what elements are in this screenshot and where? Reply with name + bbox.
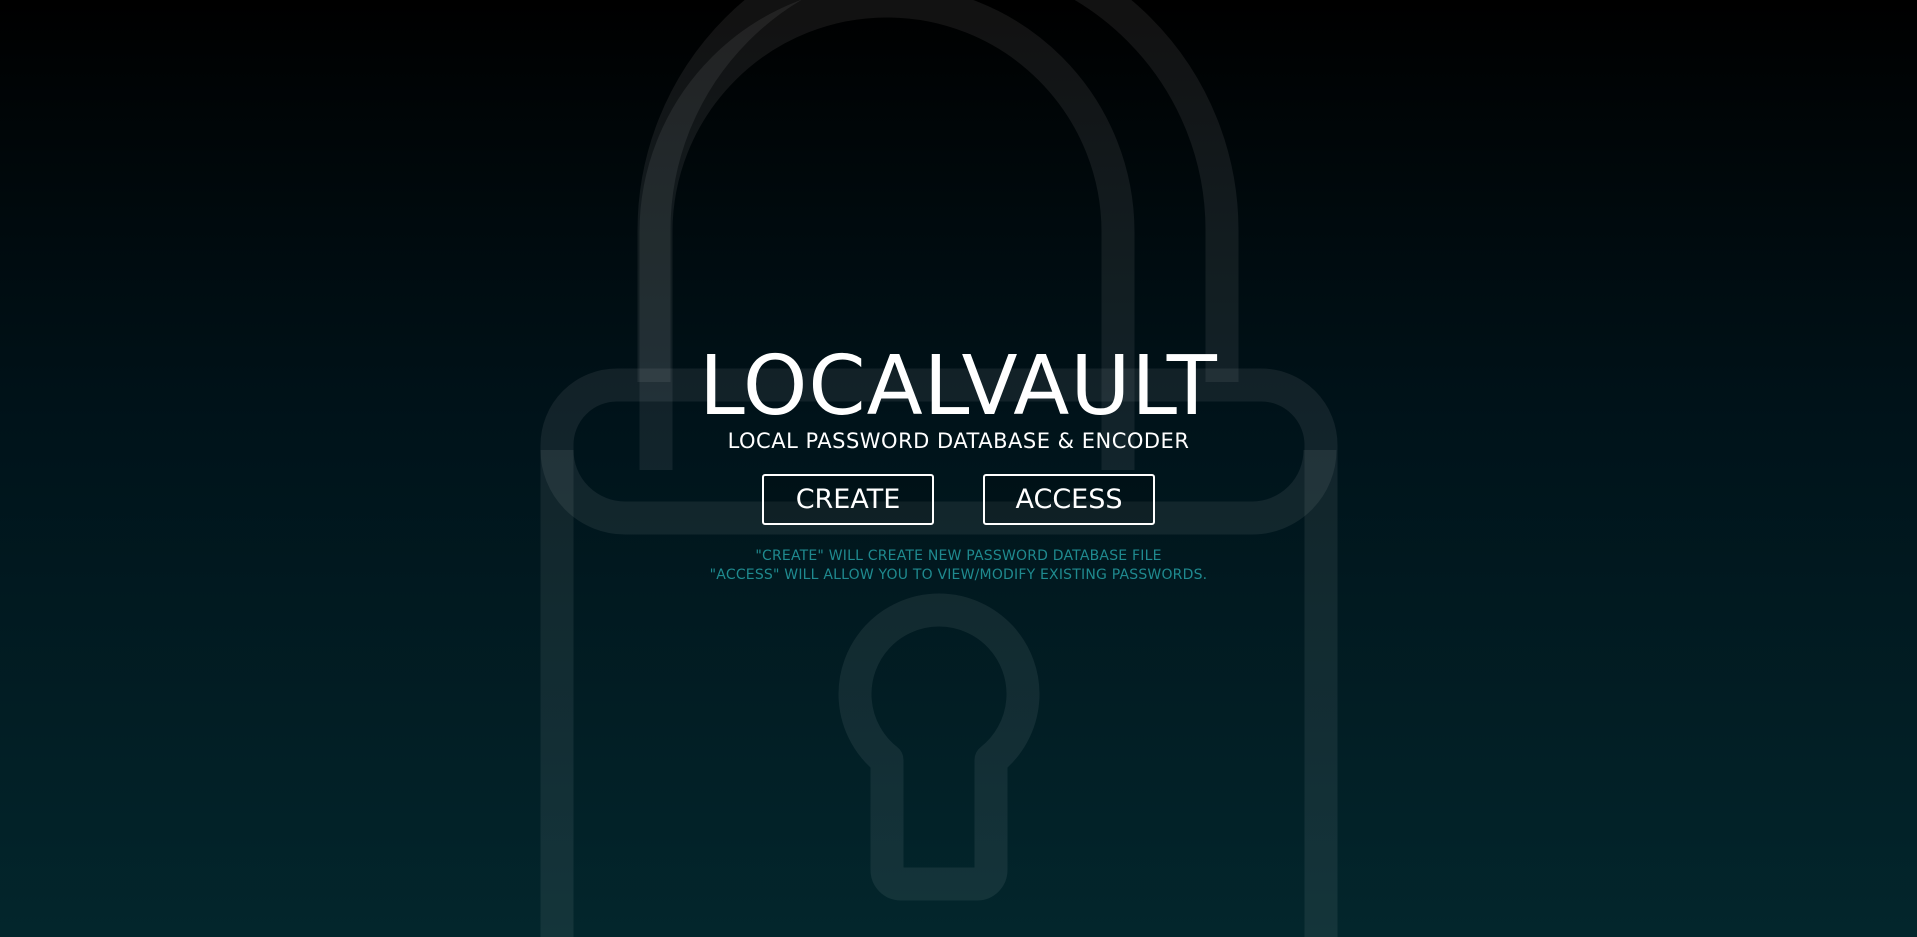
create-button[interactable]: CREATE [762,474,934,525]
shackle-outer [637,0,1239,382]
action-buttons: CREATE ACCESS [0,474,1917,525]
create-hint: "CREATE" WILL CREATE NEW PASSWORD DATABA… [755,548,1162,564]
access-button[interactable]: ACCESS [983,474,1155,525]
app-title: LOCALVAULT [699,339,1218,434]
app-subtitle: LOCAL PASSWORD DATABASE & ENCODER [727,429,1190,453]
welcome-panel: LOCALVAULT LOCAL PASSWORD DATABASE & ENC… [0,340,1917,585]
keyhole [838,593,1040,901]
help-text: "CREATE" WILL CREATE NEW PASSWORD DATABA… [0,547,1917,585]
access-hint: "ACCESS" WILL ALLOW YOU TO VIEW/MODIFY E… [709,567,1208,583]
